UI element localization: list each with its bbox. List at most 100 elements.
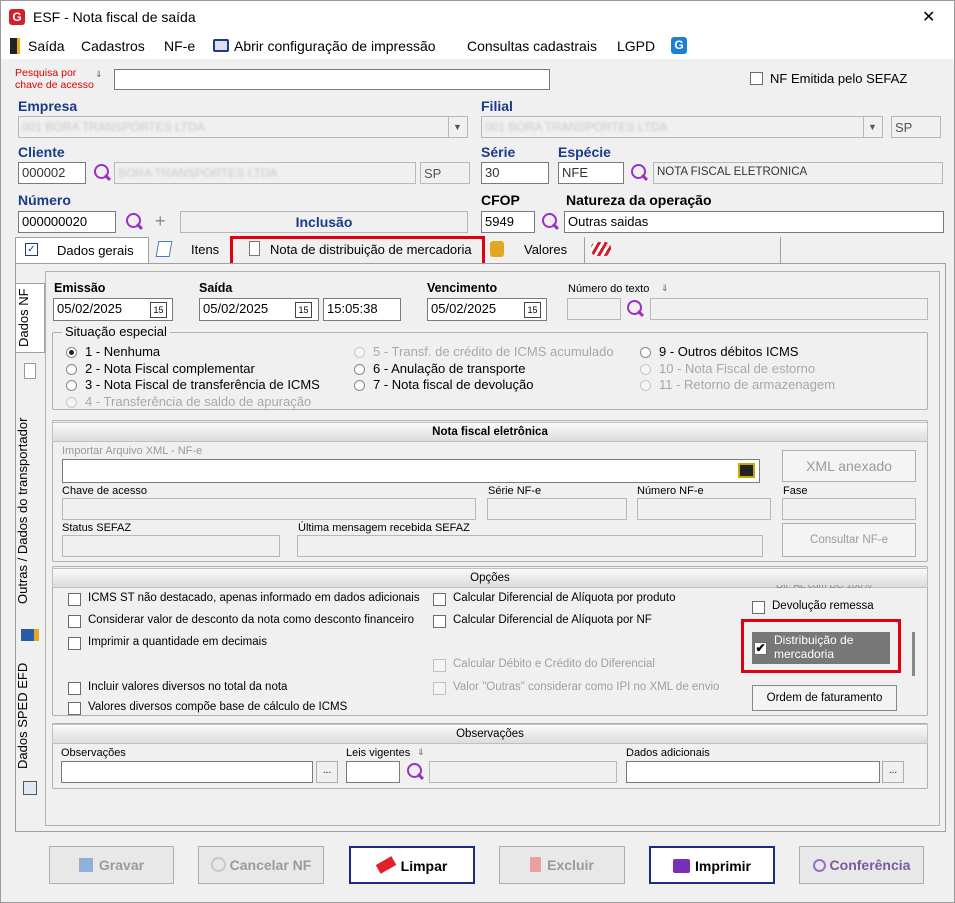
search-input[interactable] (114, 69, 550, 90)
conferencia-label: Conferência (829, 857, 911, 873)
opcao-checkbox-11[interactable] (752, 601, 765, 614)
import-xml-label: Importar Arquivo XML - NF-e (62, 445, 203, 457)
save-icon (78, 858, 93, 872)
leis-vigentes-input[interactable] (346, 761, 400, 783)
opcao-checkbox-4[interactable] (68, 682, 81, 695)
dados-adicionais-input[interactable] (626, 761, 880, 783)
situacao-title: Situação especial (62, 324, 170, 339)
dados-adicionais-label: Dados adicionais (626, 747, 710, 759)
observacoes-dots-button[interactable]: ... (316, 761, 338, 783)
menu-cadastros[interactable]: Cadastros (81, 38, 145, 54)
situacao-radio-8[interactable] (640, 347, 651, 358)
emissao-calendar-icon[interactable]: 15 (150, 302, 167, 318)
situacao-radio-2[interactable] (66, 364, 77, 375)
opcao-label: Valor "Outras" considerar como IPI no XM… (453, 681, 720, 693)
tab-itens-label: Itens (191, 242, 220, 257)
limpar-button[interactable]: Limpar (349, 846, 475, 884)
consultar-nfe-label: Consultar NF-e (810, 534, 888, 546)
excluir-button[interactable]: Excluir (499, 846, 625, 884)
cliente-uf: SP (420, 162, 470, 184)
situacao-radio-3[interactable] (66, 380, 77, 391)
menu-config-impressao[interactable]: Abrir configuração de impressão (234, 38, 436, 54)
side-tab-sped[interactable]: Dados SPED EFD (15, 656, 45, 776)
dados-adicionais-dots-button[interactable]: ... (882, 761, 904, 783)
cancelar-nf-button[interactable]: Cancelar NF (198, 846, 324, 884)
menu-lgpd[interactable]: LGPD (617, 38, 655, 54)
gravar-button[interactable]: Gravar (49, 846, 174, 884)
especie-search-icon[interactable] (629, 163, 649, 183)
empresa-dropdown-icon[interactable]: ▼ (448, 117, 466, 137)
cliente-label: Cliente (18, 144, 65, 160)
opcao-label: Considerar valor de desconto da nota com… (88, 614, 415, 626)
especie-input[interactable]: NFE (558, 162, 624, 184)
nfe-title: Nota fiscal eletrônica (432, 426, 548, 438)
numero-texto-search-icon[interactable] (625, 299, 645, 319)
menu-bar: Saída Cadastros NF-e Abrir configuração … (1, 33, 954, 59)
opcao-checkbox-5[interactable] (68, 702, 81, 715)
tab-dados-gerais[interactable]: ✓ Dados gerais (15, 237, 149, 263)
imprimir-label: Imprimir (694, 858, 751, 874)
tab-itens[interactable]: Itens (151, 237, 231, 263)
opcao-checkbox-9 (433, 682, 446, 695)
numero-texto-input[interactable] (567, 298, 621, 320)
serie-input[interactable]: 30 (481, 162, 549, 184)
vencimento-calendar-icon[interactable]: 15 (524, 302, 541, 318)
ordem-faturamento-button[interactable]: Ordem de faturamento (752, 685, 897, 711)
tab-other[interactable] (587, 237, 781, 263)
situacao-radio-6[interactable] (354, 364, 365, 375)
saida-label: Saída (199, 281, 233, 295)
nf-emitida-checkbox[interactable] (750, 72, 763, 85)
nfe-section-header: Nota fiscal eletrônica (52, 422, 928, 442)
folder-icon[interactable] (738, 463, 755, 478)
filial-combo[interactable]: 001 BORA TRANSPORTES LTDA (481, 116, 883, 138)
tab-valores[interactable]: Valores (487, 237, 585, 263)
plus-icon[interactable]: + (155, 211, 166, 232)
opcao-label: Imprimir a quantidade em decimais (88, 636, 267, 648)
highlight-distribuicao (741, 619, 901, 673)
app-logo-icon: G (9, 9, 25, 25)
saida-hora-input[interactable]: 15:05:38 (323, 298, 401, 321)
opcao-checkbox-1[interactable] (68, 593, 81, 606)
side-tab-transportador[interactable]: Outras / Dados do transportador (15, 401, 45, 621)
filial-dropdown-icon[interactable]: ▼ (863, 117, 881, 137)
cancelar-nf-label: Cancelar NF (229, 857, 312, 873)
import-xml-input[interactable] (62, 459, 760, 483)
fase-label: Fase (783, 485, 808, 497)
opcao-checkbox-2[interactable] (68, 615, 81, 628)
observacoes-input[interactable] (61, 761, 313, 783)
side-tab-dados-nf[interactable]: Dados NF (15, 283, 45, 353)
opcao-checkbox-7[interactable] (433, 615, 446, 628)
cliente-code-input[interactable]: 000002 (18, 162, 86, 184)
situacao-radio-1[interactable] (66, 347, 77, 358)
cliente-search-icon[interactable] (92, 163, 112, 183)
consultar-nfe-button[interactable]: Consultar NF-e (782, 523, 916, 557)
opcao-checkbox-3[interactable] (68, 637, 81, 650)
close-icon[interactable]: ✕ (922, 7, 935, 27)
opcoes-title: Opções (470, 572, 510, 584)
empresa-label: Empresa (18, 98, 78, 114)
situacao-option-label: 7 - Nota fiscal de devolução (373, 377, 534, 392)
cfop-search-icon[interactable] (540, 212, 560, 232)
cfop-input[interactable]: 5949 (481, 211, 535, 233)
leis-vigentes-label: Leis vigentes (346, 747, 411, 759)
situacao-radio-7[interactable] (354, 380, 365, 391)
conferencia-button[interactable]: Conferência (799, 846, 924, 884)
saida-calendar-icon[interactable]: 15 (295, 302, 312, 318)
menu-nfe[interactable]: NF-e (164, 38, 195, 54)
natureza-input[interactable]: Outras saidas (564, 211, 944, 233)
empresa-combo[interactable]: 001 BORA TRANSPORTES LTDA (18, 116, 468, 138)
filial-label: Filial (481, 98, 513, 114)
pin-icon: ⇓ (95, 69, 103, 79)
lgpd-g-icon[interactable]: G (671, 37, 687, 54)
numero-search-icon[interactable] (124, 212, 144, 232)
menu-saida[interactable]: Saída (28, 38, 65, 54)
numero-input[interactable]: 000000020 (18, 211, 116, 233)
opcoes-scrollbar[interactable] (912, 632, 915, 676)
xml-anexado-button[interactable]: XML anexado (782, 450, 916, 482)
leis-search-icon[interactable] (405, 762, 425, 782)
cliente-name-value: BORA TRANSPORTES LTDA (118, 166, 278, 180)
opcao-checkbox-6[interactable] (433, 593, 446, 606)
coins-icon (490, 241, 504, 257)
menu-consultas[interactable]: Consultas cadastrais (467, 38, 597, 54)
imprimir-button[interactable]: Imprimir (649, 846, 775, 884)
